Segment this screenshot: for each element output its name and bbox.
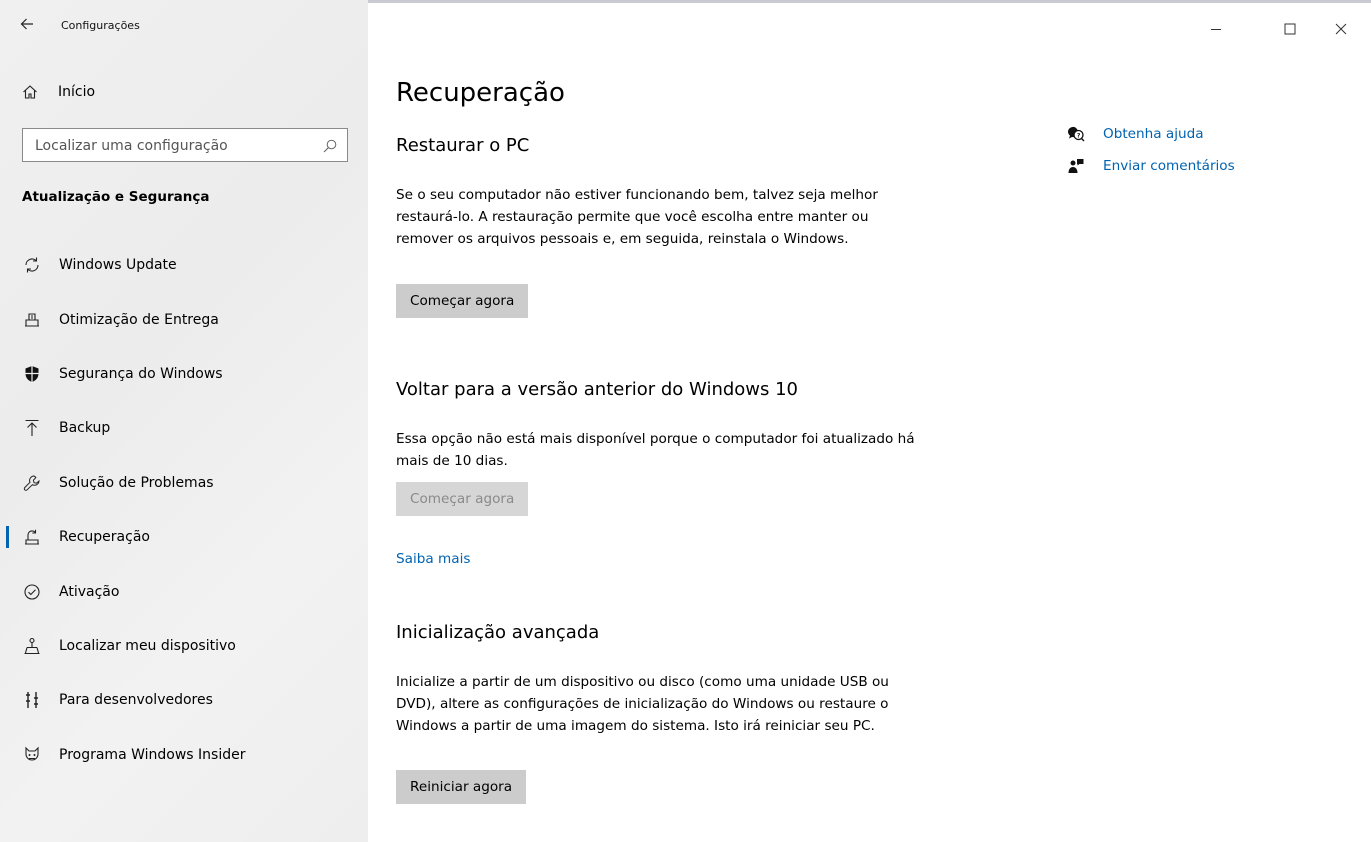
section-text-reset-pc: Se o seu computador não estiver funciona… bbox=[396, 187, 878, 247]
sidebar-item-label: Segurança do Windows bbox=[59, 365, 223, 382]
sidebar-item-recovery[interactable]: Recuperação bbox=[0, 510, 368, 564]
sidebar-item-label: Ativação bbox=[59, 583, 120, 600]
maximize-icon bbox=[1284, 23, 1296, 35]
sidebar-item-for-developers[interactable]: Para desenvolvedores bbox=[0, 673, 368, 727]
search-icon[interactable] bbox=[323, 138, 337, 153]
active-indicator bbox=[6, 525, 9, 548]
sidebar-item-windows-security[interactable]: Segurança do Windows bbox=[0, 347, 368, 401]
send-feedback-label: Enviar comentários bbox=[1103, 158, 1235, 174]
sidebar-item-label: Recuperação bbox=[59, 529, 150, 546]
section-title: Atualização e Segurança bbox=[22, 189, 210, 205]
sidebar-item-label: Backup bbox=[59, 420, 111, 437]
delivery-icon bbox=[22, 310, 42, 330]
section-text-advanced-startup: Inicialize a partir de um dispositivo ou… bbox=[396, 674, 889, 734]
maximize-button[interactable] bbox=[1275, 14, 1305, 44]
check-circle-icon bbox=[22, 582, 42, 602]
sidebar-item-backup[interactable]: Backup bbox=[0, 401, 368, 455]
minimize-icon bbox=[1211, 29, 1221, 30]
sidebar-item-troubleshoot[interactable]: Solução de Problemas bbox=[0, 456, 368, 510]
recovery-icon bbox=[22, 527, 42, 547]
insider-icon bbox=[22, 745, 42, 765]
send-feedback-link[interactable]: Enviar comentários bbox=[1066, 156, 1326, 176]
reset-pc-start-button[interactable]: Começar agora bbox=[396, 284, 529, 318]
sidebar-item-label: Programa Windows Insider bbox=[59, 746, 246, 763]
sidebar: Configurações Início Atualização e Segur… bbox=[0, 0, 368, 842]
back-arrow-icon bbox=[20, 18, 33, 30]
get-help-label: Obtenha ajuda bbox=[1103, 126, 1204, 142]
go-back-start-button: Começar agora bbox=[396, 482, 529, 516]
section-text-go-back: Essa opção não está mais disponível porq… bbox=[396, 431, 915, 469]
sidebar-item-activation[interactable]: Ativação bbox=[0, 564, 368, 618]
sidebar-item-home[interactable]: Início bbox=[22, 80, 95, 104]
close-button[interactable] bbox=[1326, 14, 1356, 44]
learn-more-link[interactable]: Saiba mais bbox=[396, 551, 470, 567]
refresh-icon bbox=[22, 255, 42, 275]
developer-icon bbox=[22, 690, 42, 710]
feedback-icon bbox=[1066, 156, 1086, 176]
help-chat-icon: ? bbox=[1066, 124, 1086, 144]
sidebar-item-windows-update[interactable]: Windows Update bbox=[0, 238, 368, 292]
home-label: Início bbox=[58, 84, 96, 100]
search-input[interactable] bbox=[35, 136, 315, 156]
get-help-link[interactable]: ? Obtenha ajuda bbox=[1066, 124, 1326, 144]
sidebar-item-find-my-device[interactable]: Localizar meu dispositivo bbox=[0, 619, 368, 673]
sidebar-item-label: Localizar meu dispositivo bbox=[59, 637, 236, 654]
sidebar-item-windows-insider[interactable]: Programa Windows Insider bbox=[0, 728, 368, 782]
home-icon bbox=[22, 84, 38, 100]
sidebar-item-label: Solução de Problemas bbox=[59, 474, 214, 491]
find-device-icon bbox=[22, 636, 42, 656]
sidebar-nav: Windows Update Otimização de Entrega Seg… bbox=[0, 238, 368, 782]
sidebar-item-label: Para desenvolvedores bbox=[59, 692, 213, 709]
section-heading-advanced-startup: Inicialização avançada bbox=[396, 622, 600, 643]
section-heading-go-back: Voltar para a versão anterior do Windows… bbox=[396, 379, 799, 400]
svg-text:?: ? bbox=[1077, 132, 1081, 139]
wrench-icon bbox=[22, 473, 42, 493]
sidebar-item-label: Windows Update bbox=[59, 257, 177, 274]
search-box[interactable] bbox=[22, 128, 348, 162]
restart-now-button[interactable]: Reiniciar agora bbox=[396, 770, 527, 804]
section-heading-reset-pc: Restaurar o PC bbox=[396, 135, 530, 156]
page-title: Recuperação bbox=[396, 78, 565, 108]
backup-icon bbox=[22, 418, 42, 438]
related-links: ? Obtenha ajuda Enviar comentários bbox=[1066, 124, 1326, 188]
back-button[interactable] bbox=[20, 14, 44, 38]
sidebar-item-delivery-optimization[interactable]: Otimização de Entrega bbox=[0, 292, 368, 346]
app-title: Configurações bbox=[61, 19, 140, 32]
sidebar-item-label: Otimização de Entrega bbox=[59, 311, 219, 328]
close-icon bbox=[1335, 23, 1347, 35]
minimize-button[interactable] bbox=[1201, 14, 1231, 44]
shield-icon bbox=[22, 364, 42, 384]
